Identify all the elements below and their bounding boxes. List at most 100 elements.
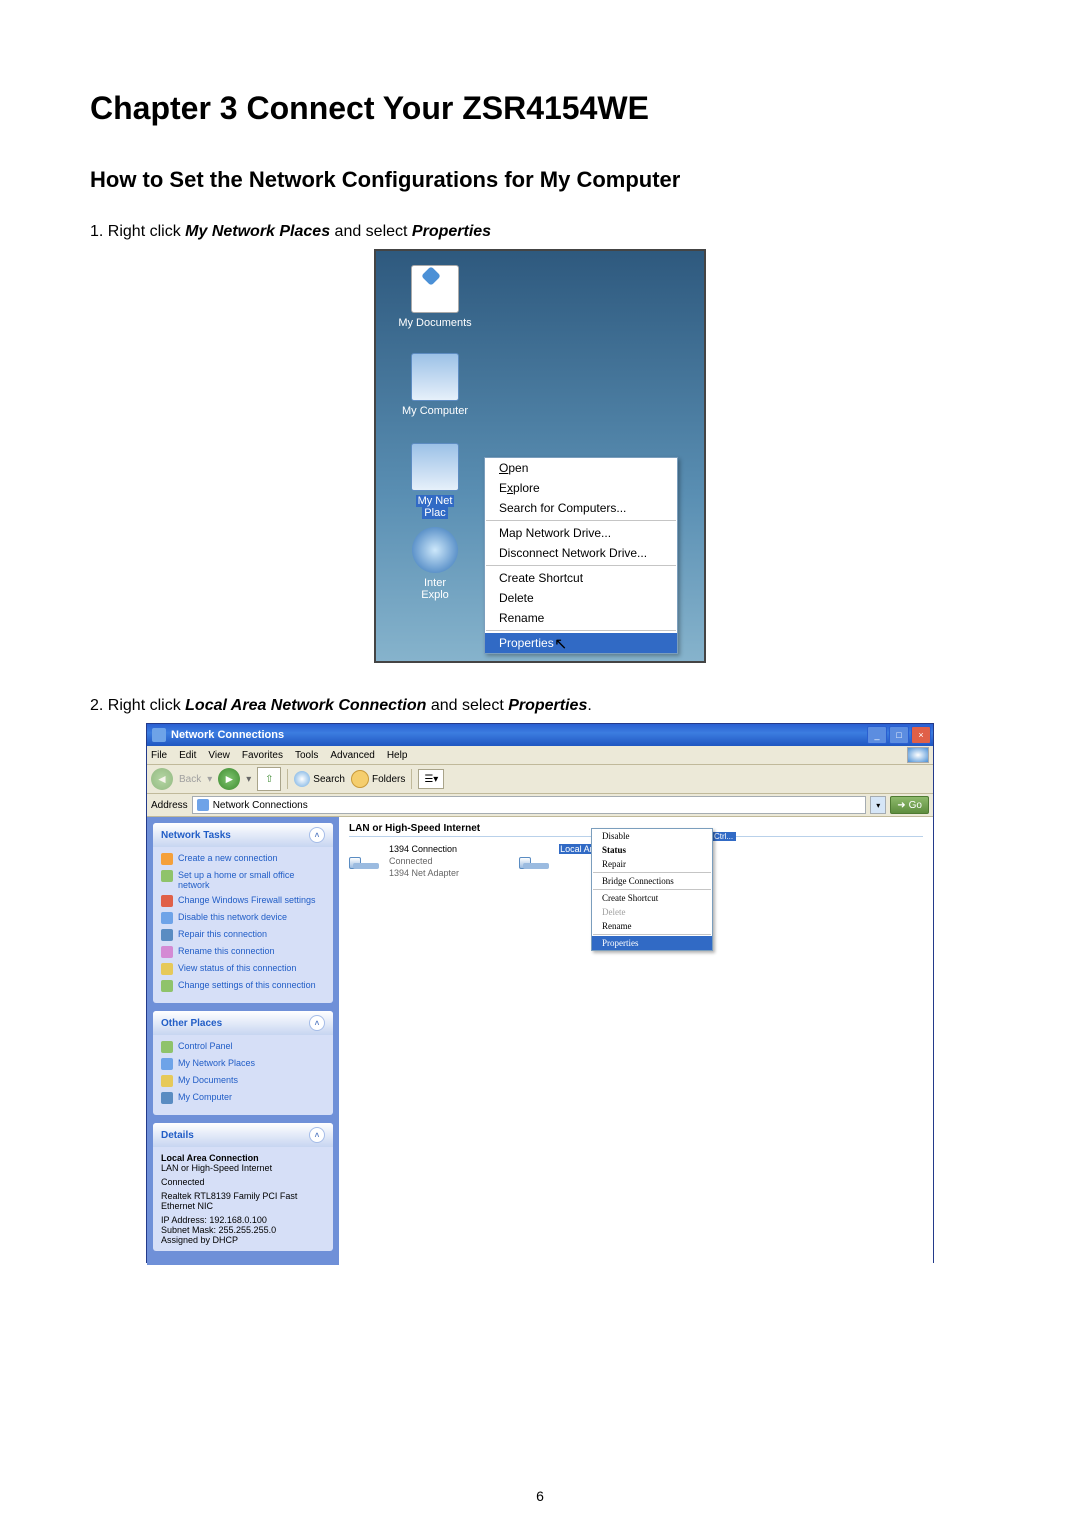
menu-open[interactable]: Open: [485, 458, 677, 478]
ctx-bridge[interactable]: Bridge Connections: [592, 874, 712, 888]
details-device: Realtek RTL8139 Family PCI Fast Ethernet…: [161, 1191, 325, 1211]
step2-mid: and select: [426, 697, 508, 714]
windows-logo-icon: [907, 747, 929, 763]
task-label: View status of this connection: [178, 963, 296, 973]
address-icon: [197, 799, 209, 811]
maximize-button[interactable]: □: [889, 726, 909, 744]
menu-file[interactable]: File: [151, 750, 167, 761]
menu-explore[interactable]: Explore: [485, 478, 677, 498]
menu-edit[interactable]: Edit: [179, 750, 196, 761]
back-button[interactable]: ◄: [151, 768, 173, 790]
ctx-properties[interactable]: Properties: [592, 936, 712, 950]
place-my-network[interactable]: My Network Places: [161, 1058, 325, 1070]
page-title: Chapter 3 Connect Your ZSR4154WE: [90, 90, 990, 127]
desktop-my-computer[interactable]: My Computer: [390, 353, 480, 417]
forward-button[interactable]: ►: [218, 768, 240, 790]
conn1-device: 1394 Net Adapter: [389, 867, 459, 879]
desktop-my-network-places[interactable]: My Net Plac: [390, 443, 480, 519]
step2-tail: .: [587, 697, 591, 714]
task-label: Change settings of this connection: [178, 980, 316, 990]
place-my-computer[interactable]: My Computer: [161, 1092, 325, 1104]
address-dropdown[interactable]: ▾: [870, 796, 886, 814]
task-label: Set up a home or small office network: [178, 870, 325, 890]
task-create-connection[interactable]: Create a new connection: [161, 853, 325, 865]
task-view-status[interactable]: View status of this connection: [161, 963, 325, 975]
menu-tools[interactable]: Tools: [295, 750, 318, 761]
my-documents-label: My Documents: [390, 317, 480, 329]
place-icon: [161, 1092, 173, 1104]
panel-network-tasks: Network Tasks˄ Create a new connection S…: [153, 823, 333, 1003]
task-change-settings[interactable]: Change settings of this connection: [161, 980, 325, 992]
place-my-documents[interactable]: My Documents: [161, 1075, 325, 1087]
step-2: 2. Right click Local Area Network Connec…: [90, 697, 990, 715]
ctx-rename[interactable]: Rename: [592, 919, 712, 933]
my-computer-icon: [411, 353, 459, 401]
task-firewall[interactable]: Change Windows Firewall settings: [161, 895, 325, 907]
step1-term1: My Network Places: [185, 223, 330, 240]
panel-header-tasks[interactable]: Network Tasks˄: [153, 823, 333, 847]
menu-view[interactable]: View: [208, 750, 230, 761]
ctx-repair[interactable]: Repair: [592, 857, 712, 871]
cursor-icon: ↖: [554, 634, 567, 654]
step-1: 1. Right click My Network Places and sel…: [90, 223, 990, 241]
desktop-internet-explorer[interactable]: Inter Explo: [390, 527, 480, 601]
ctx-disable[interactable]: Disable: [592, 829, 712, 843]
task-icon: [161, 946, 173, 958]
ie-label-2: Explo: [390, 589, 480, 601]
up-button[interactable]: ⇧: [257, 767, 281, 791]
menu-map-drive[interactable]: Map Network Drive...: [485, 523, 677, 543]
task-label: Change Windows Firewall settings: [178, 895, 316, 905]
toolbar-separator-2: [411, 769, 412, 789]
connection-context-menu: Disable Status Repair Bridge Connections…: [591, 828, 713, 951]
panel-other-places: Other Places˄ Control Panel My Network P…: [153, 1011, 333, 1115]
my-documents-icon: [411, 265, 459, 313]
address-label: Address: [151, 800, 188, 811]
panel-header-places[interactable]: Other Places˄: [153, 1011, 333, 1035]
forward-chevron-icon[interactable]: ▾: [246, 774, 251, 785]
place-control-panel[interactable]: Control Panel: [161, 1041, 325, 1053]
menu-disconnect-drive[interactable]: Disconnect Network Drive...: [485, 543, 677, 563]
connection-icon: [349, 843, 383, 877]
task-repair[interactable]: Repair this connection: [161, 929, 325, 941]
toolbar-separator: [287, 769, 288, 789]
menu-help[interactable]: Help: [387, 750, 408, 761]
search-label: Search: [313, 774, 345, 785]
connection-1394[interactable]: 1394 Connection Connected 1394 Net Adapt…: [349, 843, 459, 879]
menu-properties[interactable]: Properties: [485, 633, 677, 653]
place-icon: [161, 1041, 173, 1053]
views-button[interactable]: ☰▾: [418, 769, 444, 789]
menu-create-shortcut[interactable]: Create Shortcut: [485, 568, 677, 588]
panel-details: Details˄ Local Area Connection LAN or Hi…: [153, 1123, 333, 1251]
go-button[interactable]: ➜ Go: [890, 796, 929, 814]
ctx-shortcut[interactable]: Create Shortcut: [592, 891, 712, 905]
address-field[interactable]: Network Connections: [192, 796, 867, 814]
task-setup-network[interactable]: Set up a home or small office network: [161, 870, 325, 890]
section-title: How to Set the Network Configurations fo…: [90, 167, 990, 193]
place-label: My Documents: [178, 1075, 238, 1085]
folders-button[interactable]: Folders: [351, 770, 405, 788]
window-title: Network Connections: [171, 729, 867, 741]
step1-term2: Properties: [412, 223, 491, 240]
search-button[interactable]: Search: [294, 771, 345, 787]
desktop-my-documents[interactable]: My Documents: [390, 265, 480, 329]
menu-delete[interactable]: Delete: [485, 588, 677, 608]
task-disable-device[interactable]: Disable this network device: [161, 912, 325, 924]
ctx-delete: Delete: [592, 905, 712, 919]
menu-favorites[interactable]: Favorites: [242, 750, 283, 761]
menu-advanced[interactable]: Advanced: [330, 750, 374, 761]
task-label: Create a new connection: [178, 853, 278, 863]
task-rename[interactable]: Rename this connection: [161, 946, 325, 958]
my-network-places-icon: [411, 443, 459, 491]
back-chevron-icon[interactable]: ▾: [207, 774, 212, 785]
screenshot-desktop-contextmenu: My Documents My Computer My Net Plac Int…: [374, 249, 706, 663]
my-network-label-2: Plac: [422, 507, 447, 519]
panel-header-details[interactable]: Details˄: [153, 1123, 333, 1147]
minimize-button[interactable]: _: [867, 726, 887, 744]
menu-search-computers[interactable]: Search for Computers...: [485, 498, 677, 518]
ctx-status[interactable]: Status: [592, 843, 712, 857]
window-titlebar: Network Connections _ □ ×: [147, 724, 933, 746]
back-label: Back: [179, 774, 201, 785]
menu-rename[interactable]: Rename: [485, 608, 677, 628]
close-button[interactable]: ×: [911, 726, 931, 744]
collapse-icon: ˄: [309, 1015, 325, 1031]
